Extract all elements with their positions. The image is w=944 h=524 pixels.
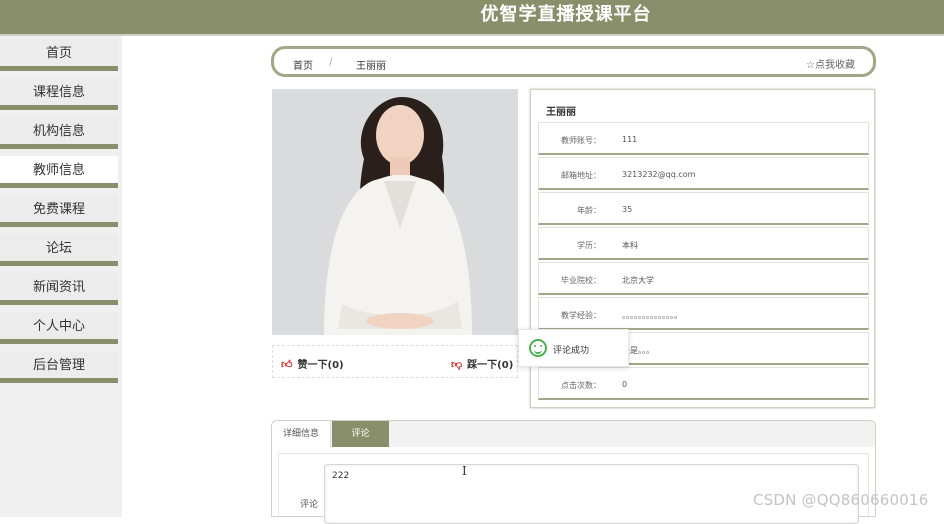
toast-message: 评论成功 <box>553 346 590 356</box>
text-cursor-icon: I <box>462 464 467 478</box>
info-label: 毕业院校： <box>561 276 601 285</box>
like-button[interactable]: 👍︎ 赞一下(0) <box>281 356 344 371</box>
sidebar-item-forum[interactable]: 论坛 <box>0 234 118 266</box>
thumb-down-icon: 👎︎ <box>451 358 463 371</box>
sidebar-item-admin[interactable]: 后台管理 <box>0 351 118 383</box>
info-value: 111 <box>622 135 638 144</box>
info-row-education: 学历： 本科 <box>538 227 869 260</box>
sidebar-item-news[interactable]: 新闻资讯 <box>0 273 118 305</box>
app-header: 优智学直播授课平台 <box>0 0 944 36</box>
info-label: 年龄： <box>577 206 601 215</box>
tab-comment[interactable]: 评论 <box>332 421 389 447</box>
sidebar: 首页 课程信息 机构信息 教师信息 免费课程 论坛 新闻资讯 个人中心 后台管理 <box>0 36 122 517</box>
dislike-label: 踩一下(0) <box>467 360 514 371</box>
sidebar-item-teachers[interactable]: 教师信息 <box>0 156 118 188</box>
dislike-button[interactable]: 👎︎ 踩一下(0) <box>451 356 513 371</box>
teacher-photo-illustration <box>272 89 518 335</box>
breadcrumb-current: 王丽丽 <box>356 61 386 72</box>
vote-bar: 👍︎ 赞一下(0) 👎︎ 踩一下(0) <box>272 345 518 378</box>
info-value: 0 <box>622 380 628 389</box>
like-label: 赞一下(0) <box>297 360 344 371</box>
info-label: 学历： <box>577 241 601 250</box>
sidebar-item-personal-center[interactable]: 个人中心 <box>0 312 118 344</box>
info-value: 本科 <box>622 241 638 250</box>
info-value: 35 <box>622 205 633 214</box>
smile-icon <box>529 339 547 357</box>
info-row-clicks: 点击次数： 0 <box>538 367 869 400</box>
info-row-experience: 教学经验： 。。。。。。。。。。。。。。 <box>538 297 869 330</box>
info-label: 教师账号： <box>561 136 601 145</box>
info-row-email: 邮箱地址： 3213232@qq.com <box>538 157 869 190</box>
info-row-school: 毕业院校： 北京大学 <box>538 262 869 295</box>
app-title: 优智学直播授课平台 <box>480 4 652 25</box>
info-value: 。。。。。。。。。。。。。。 <box>622 311 682 320</box>
sidebar-item-free-courses[interactable]: 免费课程 <box>0 195 118 227</box>
favorite-button[interactable]: ☆点我收藏 <box>806 56 855 71</box>
sidebar-item-courses[interactable]: 课程信息 <box>0 78 118 110</box>
info-label: 点击次数： <box>561 381 601 390</box>
breadcrumb: 首页 / 王丽丽 ☆点我收藏 <box>271 46 876 77</box>
info-label: 教学经验： <box>561 311 601 320</box>
info-row-age: 年龄： 35 <box>538 192 869 225</box>
info-row-account: 教师账号： 111 <box>538 122 869 155</box>
teacher-photo <box>272 89 518 335</box>
info-value: 3213232@qq.com <box>622 170 696 179</box>
watermark: CSDN @QQ860660016 <box>753 491 929 509</box>
breadcrumb-home[interactable]: 首页 <box>293 57 313 72</box>
success-toast: 评论成功 <box>518 329 629 367</box>
breadcrumb-separator: / <box>329 57 333 68</box>
thumb-up-icon: 👍︎ <box>281 358 293 371</box>
tab-detail-info[interactable]: 详细信息 <box>272 421 331 447</box>
header-divider <box>0 34 944 36</box>
tab-bar: 详细信息 评论 <box>272 421 875 447</box>
comment-label: 评论 <box>300 500 319 510</box>
teacher-name: 王丽丽 <box>546 107 576 118</box>
info-value: 北京大学 <box>622 276 654 285</box>
sidebar-item-home[interactable]: 首页 <box>0 39 118 71</box>
info-label: 邮箱地址： <box>561 171 601 180</box>
sidebar-item-institutions[interactable]: 机构信息 <box>0 117 118 149</box>
